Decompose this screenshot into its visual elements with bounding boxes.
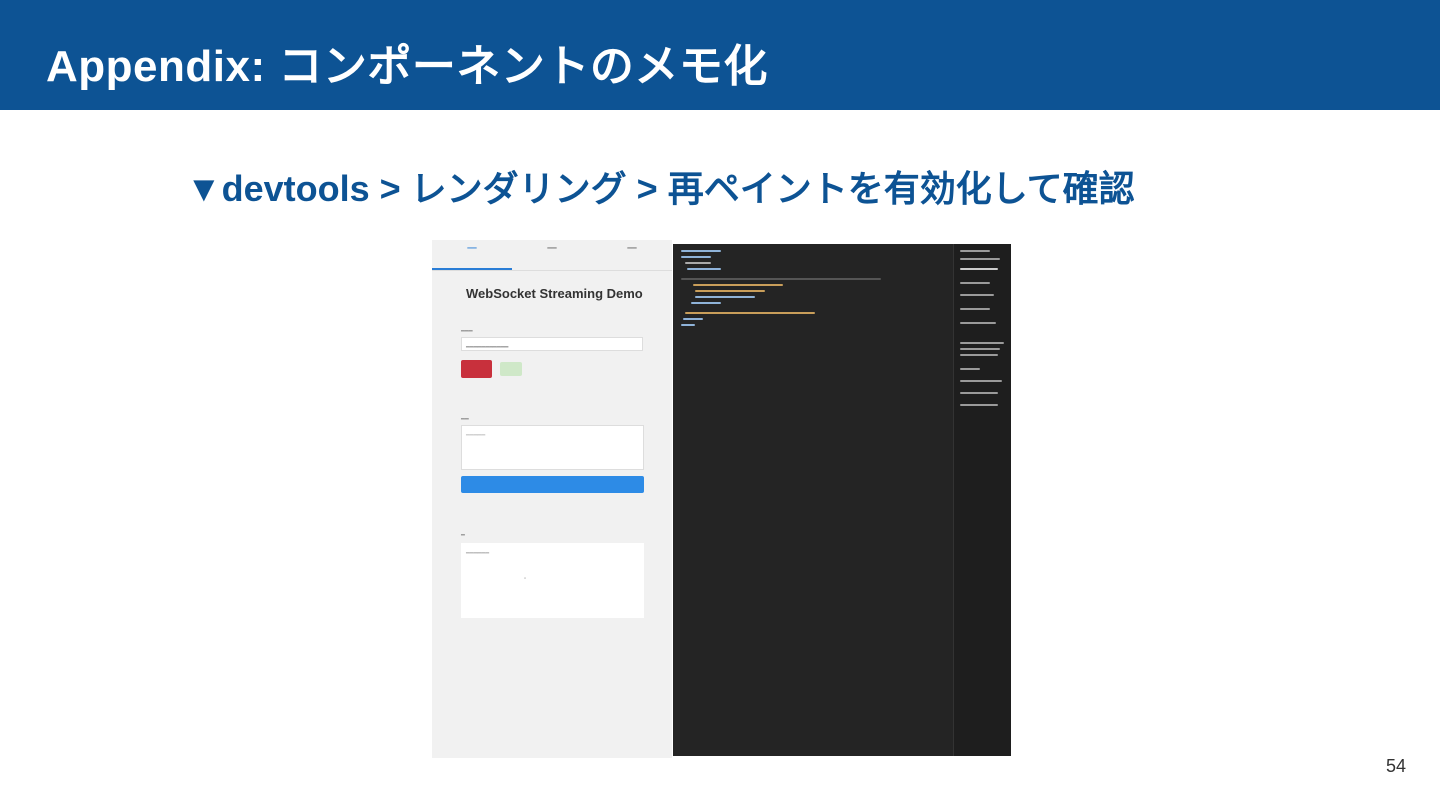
panel-line bbox=[960, 322, 996, 324]
send-button bbox=[461, 476, 644, 493]
panel-line bbox=[960, 250, 990, 252]
message-textarea: ▁▁▁▁▁ bbox=[461, 425, 644, 470]
loading-indicator: ▫ bbox=[524, 576, 527, 582]
url-label: ▁▁▁ bbox=[461, 326, 473, 332]
result-box: ▁▁▁▁▁▁ bbox=[461, 543, 644, 618]
code-selection bbox=[681, 278, 881, 280]
code-line bbox=[681, 256, 711, 258]
panel-line bbox=[960, 342, 1004, 344]
app-preview-panel: ▔▔ ▔▔ ▔▔ WebSocket Streaming Demo ▁▁▁ ▁▁… bbox=[432, 240, 672, 758]
panel-line bbox=[960, 392, 998, 394]
panel-line bbox=[960, 282, 990, 284]
app-tab-3: ▔▔ bbox=[627, 249, 637, 255]
panel-line bbox=[960, 404, 998, 406]
app-tabs: ▔▔ ▔▔ ▔▔ bbox=[432, 240, 672, 271]
code-line bbox=[691, 302, 721, 304]
page-number: 54 bbox=[1385, 756, 1406, 776]
slide-subtitle: ▼devtools > レンダリング > 再ペイントを有効化して確認 bbox=[186, 168, 1135, 209]
code-line bbox=[685, 262, 711, 264]
panel-line bbox=[960, 380, 1002, 382]
panel-line bbox=[960, 258, 1000, 260]
connect-button bbox=[461, 360, 492, 378]
panel-line bbox=[960, 308, 990, 310]
code-line bbox=[687, 268, 721, 270]
devtools-screenshot: ▔▔ ▔▔ ▔▔ WebSocket Streaming Demo ▁▁▁ ▁▁… bbox=[432, 240, 1012, 758]
code-line bbox=[695, 290, 765, 292]
code-line bbox=[683, 318, 703, 320]
devtools-panel bbox=[673, 244, 1011, 756]
code-line bbox=[693, 284, 783, 286]
app-tab-2: ▔▔ bbox=[547, 249, 557, 255]
panel-line bbox=[960, 348, 1000, 350]
code-line bbox=[685, 312, 815, 314]
panel-line bbox=[960, 294, 994, 296]
status-badge bbox=[500, 362, 522, 376]
slide-header: Appendix: コンポーネントのメモ化 bbox=[0, 0, 1440, 110]
app-title: WebSocket Streaming Demo bbox=[466, 286, 643, 301]
app-tab-1: ▔▔ bbox=[432, 240, 512, 270]
url-field: ▁▁▁▁▁▁▁▁▁▁▁ bbox=[461, 337, 643, 351]
message-label: ▁▁ bbox=[461, 414, 469, 420]
code-line bbox=[681, 324, 695, 326]
code-line bbox=[681, 250, 721, 252]
panel-line bbox=[960, 368, 980, 370]
panel-line bbox=[960, 354, 998, 356]
code-line bbox=[695, 296, 755, 298]
result-label: ▁ bbox=[461, 530, 465, 536]
panel-line bbox=[960, 268, 998, 270]
slide-title: Appendix: コンポーネントのメモ化 bbox=[46, 42, 768, 91]
rendering-panel bbox=[953, 244, 1011, 756]
